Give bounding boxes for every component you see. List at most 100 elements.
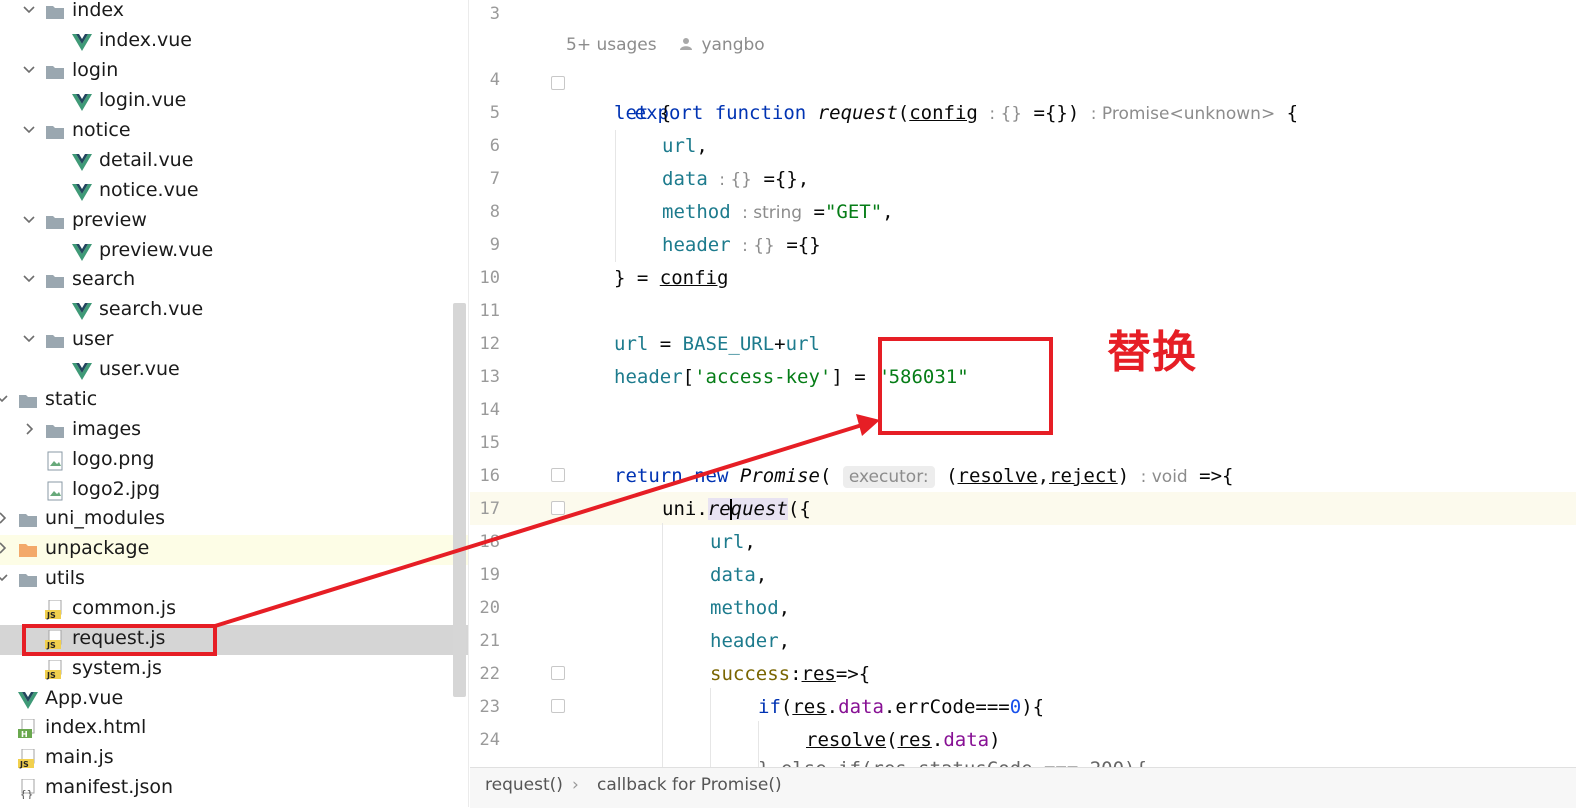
prop-data: data xyxy=(943,729,990,751)
code-line-8: method : string ="GET", xyxy=(470,196,1576,229)
equals: = xyxy=(813,201,825,223)
tree-item-preview-vue[interactable]: preview.vue xyxy=(0,237,468,267)
tree-item-login-vue[interactable]: login.vue xyxy=(0,87,468,117)
var-header: header xyxy=(710,630,779,652)
number-zero: 0 xyxy=(1009,696,1022,718)
var-url: url xyxy=(614,333,649,355)
close-destructure: } = xyxy=(614,267,649,289)
paren: ({ xyxy=(787,498,811,520)
svg-text:JS: JS xyxy=(46,611,56,620)
tree-item-search[interactable]: search xyxy=(0,266,468,296)
chevron-down-icon[interactable] xyxy=(21,57,37,87)
tree-item-static[interactable]: static xyxy=(0,386,468,416)
comma: , xyxy=(882,201,894,223)
chevron-down-icon[interactable] xyxy=(21,0,37,27)
key-success: success xyxy=(710,663,791,685)
tree-item-search-vue[interactable]: search.vue xyxy=(0,296,468,326)
tree-item-request-js[interactable]: JS request.js xyxy=(0,625,468,655)
tree-item-uni-modules[interactable]: uni_modules xyxy=(0,505,468,535)
paren: ) xyxy=(1117,465,1130,487)
paren: ){ xyxy=(1021,696,1045,718)
folder-icon xyxy=(18,510,38,530)
arrow: =>{ xyxy=(1199,465,1234,487)
prop-errcode: errCode xyxy=(895,696,976,718)
tree-item-label: index xyxy=(72,0,124,21)
tree-item-main-js[interactable]: JS main.js xyxy=(0,744,468,774)
code-line-22: success:res=>{ xyxy=(470,658,1576,691)
line-number: 3 xyxy=(489,4,500,24)
tree-item-label: preview xyxy=(72,209,147,231)
tree-item-label: user xyxy=(72,328,114,350)
dot: . xyxy=(883,696,896,718)
tree-item-label: search.vue xyxy=(99,298,204,320)
type-hint: : {} xyxy=(719,170,752,190)
code-line-5: let { xyxy=(470,97,1576,130)
tree-item-logo-png[interactable]: logo.png xyxy=(0,446,468,476)
tree-item-label: index.html xyxy=(45,716,147,738)
js-file-icon: JS xyxy=(45,659,65,680)
tree-item-manifest-json[interactable]: {} manifest.json xyxy=(0,774,468,804)
tree-item-unpackage[interactable]: unpackage xyxy=(0,535,468,565)
vue-file-icon xyxy=(18,690,38,710)
tree-item-user-vue[interactable]: user.vue xyxy=(0,356,468,386)
var-method: method xyxy=(710,597,779,619)
tree-item-index-html[interactable]: Hindex.html xyxy=(0,714,468,744)
chevron-down-icon[interactable] xyxy=(21,266,37,296)
image-file-icon xyxy=(45,451,65,471)
breadcrumb-item-callback[interactable]: callback for Promise() xyxy=(597,768,782,802)
tree-item-index-vue[interactable]: index.vue xyxy=(0,27,468,57)
tree-item-logo2-jpg[interactable]: logo2.jpg xyxy=(0,476,468,506)
tree-item-system-js[interactable]: JS system.js xyxy=(0,655,468,685)
usages-count[interactable]: 5+ usages xyxy=(566,35,657,55)
arrow: =>{ xyxy=(835,663,871,685)
tree-item-label: images xyxy=(72,418,142,440)
tree-item-app-vue[interactable]: App.vue xyxy=(0,685,468,715)
tree-item-utils[interactable]: utils xyxy=(0,565,468,595)
tree-item-user[interactable]: user xyxy=(0,326,468,356)
tree-item-label: manifest.json xyxy=(45,776,174,798)
tree-item-notice[interactable]: notice xyxy=(0,117,468,147)
tree-item-label: system.js xyxy=(72,657,162,679)
code-editor[interactable]: 3 4 5 6 7 8 9 10 11 12 13 14 15 16 17 18 19 20 21 22 23 24 5+… xyxy=(470,0,1576,767)
code-line-9: header : {} ={} xyxy=(470,229,1576,262)
js-file-icon: JS xyxy=(18,748,38,769)
tree-scrollbar[interactable] xyxy=(453,303,466,697)
project-tree: {} manifest.json JS main.js Hindex.html App.v… xyxy=(0,0,469,807)
chevron-down-icon[interactable] xyxy=(21,207,37,237)
chevron-right-icon[interactable] xyxy=(0,505,10,535)
chevron-down-icon[interactable] xyxy=(21,117,37,147)
tree-item-label: detail.vue xyxy=(99,149,194,171)
param-reject: reject xyxy=(1049,465,1118,487)
breadcrumb-item-request[interactable]: request() xyxy=(485,768,563,802)
tree-item-images[interactable]: images xyxy=(0,416,468,446)
type-hint: : string xyxy=(742,203,803,223)
tree-item-common-js[interactable]: JS common.js xyxy=(0,595,468,625)
tree-item-label: common.js xyxy=(72,597,176,619)
tree-item-notice-vue[interactable]: notice.vue xyxy=(0,177,468,207)
usages-author[interactable]: yangbo xyxy=(701,35,764,55)
comma: , xyxy=(696,135,708,157)
folder-icon xyxy=(45,212,65,232)
folder-icon xyxy=(45,271,65,291)
chevron-down-icon[interactable] xyxy=(0,386,10,416)
tree-item-detail-vue[interactable]: detail.vue xyxy=(0,147,468,177)
tree-item-index[interactable]: index xyxy=(0,0,468,27)
svg-text:H: H xyxy=(21,730,28,739)
chevron-right-icon[interactable] xyxy=(0,535,10,565)
usages-hint[interactable]: 5+ usages yangbo xyxy=(566,35,765,55)
tree-item-label: main.js xyxy=(45,746,114,768)
paren: ( xyxy=(886,729,898,751)
chevron-right-icon[interactable] xyxy=(21,416,37,446)
var-header: header xyxy=(614,366,683,388)
fn-request-call[interactable]: request xyxy=(707,498,788,520)
type-hint: : {} xyxy=(742,236,775,256)
access-key-value[interactable]: "586031" xyxy=(877,366,969,388)
chevron-down-icon[interactable] xyxy=(21,326,37,356)
tree-item-label: notice xyxy=(72,119,131,141)
chevron-down-icon[interactable] xyxy=(0,565,10,595)
tree-item-login[interactable]: login xyxy=(0,57,468,87)
tree-item-preview[interactable]: preview xyxy=(0,207,468,237)
var-data: data xyxy=(662,168,708,190)
tree-item-label: utils xyxy=(45,567,85,589)
svg-text:JS: JS xyxy=(19,760,29,769)
